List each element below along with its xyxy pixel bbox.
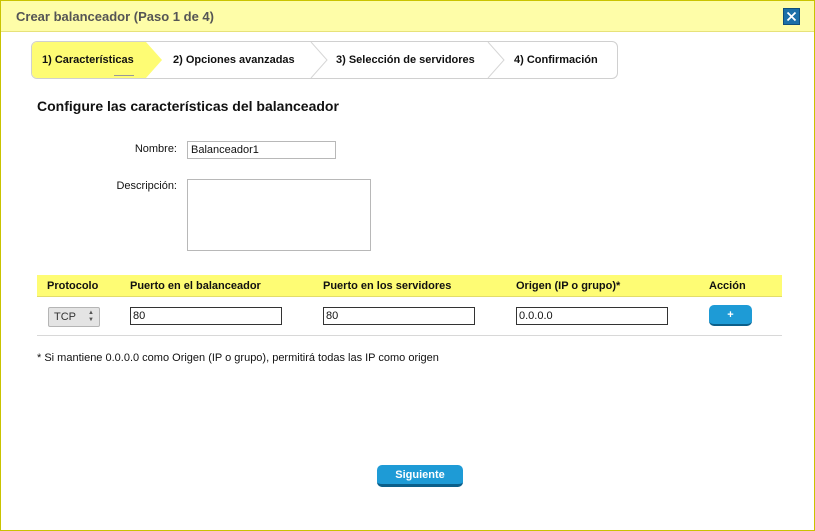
create-balancer-dialog: Crear balanceador (Paso 1 de 4) 1) Carac…	[0, 0, 815, 531]
name-label: Nombre:	[134, 143, 177, 155]
add-rule-button[interactable]: +	[709, 305, 752, 326]
name-input[interactable]	[187, 141, 336, 159]
step-characteristics[interactable]: 1) Características	[32, 42, 162, 78]
step-separator-icon	[310, 42, 328, 78]
wizard-steps: 1) Características 2) Opciones avanzadas…	[31, 41, 618, 79]
step-label: 3) Selección de servidores	[336, 54, 475, 66]
dialog-title: Crear balanceador (Paso 1 de 4)	[16, 9, 214, 24]
column-action: Acción	[709, 280, 746, 292]
step-advanced-options[interactable]: 2) Opciones avanzadas	[173, 42, 295, 78]
step-label: 1) Características	[42, 54, 134, 66]
step-label: 2) Opciones avanzadas	[173, 54, 295, 66]
step-confirmation[interactable]: 4) Confirmación	[514, 42, 598, 78]
step-separator-icon	[487, 42, 505, 78]
description-label: Descripción:	[116, 180, 177, 192]
next-button[interactable]: Siguiente	[377, 465, 463, 487]
lb-port-input[interactable]	[130, 307, 282, 325]
description-textarea[interactable]	[187, 179, 371, 251]
protocol-select[interactable]: TCP ▲ ▼	[48, 307, 100, 327]
dialog-titlebar: Crear balanceador (Paso 1 de 4)	[1, 1, 814, 32]
rules-table-header: Protocolo Puerto en el balanceador Puert…	[37, 275, 782, 297]
page-heading: Configure las características del balanc…	[37, 98, 339, 114]
stepper-arrows-icon: ▲ ▼	[88, 310, 94, 323]
column-origin: Origen (IP o grupo)*	[516, 280, 621, 292]
table-row: TCP ▲▼ +	[37, 297, 782, 336]
server-port-input[interactable]	[323, 307, 475, 325]
column-server-port: Puerto en los servidores	[323, 280, 452, 292]
origin-footnote: * Si mantiene 0.0.0.0 como Origen (IP o …	[37, 352, 439, 364]
step-server-selection[interactable]: 3) Selección de servidores	[336, 42, 475, 78]
origin-input[interactable]	[516, 307, 668, 325]
step-underline	[114, 75, 134, 76]
column-lb-port: Puerto en el balanceador	[130, 280, 261, 292]
column-protocol: Protocolo	[47, 280, 99, 292]
protocol-value: TCP	[54, 311, 76, 323]
close-icon	[786, 11, 797, 22]
close-button[interactable]	[783, 8, 800, 25]
step-label: 4) Confirmación	[514, 54, 598, 66]
